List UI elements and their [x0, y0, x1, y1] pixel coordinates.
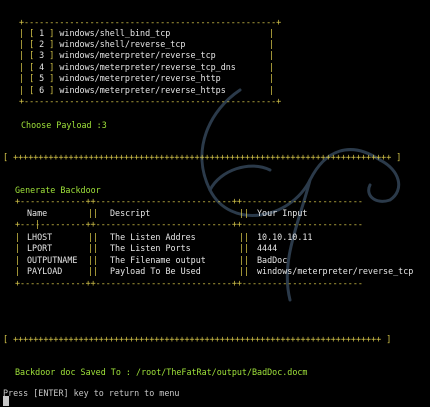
- menu-item-label: windows/meterpreter/reverse_tcp: [59, 50, 216, 60]
- cell-input: 4444: [257, 243, 278, 253]
- section-title: Generate Backdoor: [15, 185, 101, 195]
- terminal-cursor[interactable]: [3, 396, 9, 406]
- prompt-label: Choose Payload :: [21, 120, 102, 130]
- saved-path: /root/TheFatRat/output/BadDoc.docm: [136, 367, 308, 377]
- separator-line: [ ++++++++++++++++++++++++++++++++++++++…: [3, 334, 392, 344]
- cell-descript: The Listen Ports: [110, 243, 191, 253]
- menu-item-label: windows/shell_bind_tcp: [59, 28, 171, 38]
- separator-line: [ ++++++++++++++++++++++++++++++++++++++…: [3, 152, 402, 162]
- cell-name: LPORT: [27, 243, 53, 253]
- table-top-border: +-------------++------------------------…: [15, 196, 363, 206]
- menu-item[interactable]: | [ 4 ] windows/meterpreter/reverse_tcp_…: [19, 62, 236, 73]
- saved-label: Backdoor doc Saved To :: [15, 367, 131, 377]
- cell-descript: Payload To Be Used: [110, 266, 201, 276]
- header-input: Your Input: [257, 208, 308, 218]
- menu-item[interactable]: | [ 6 ] windows/meterpreter/reverse_http…: [19, 85, 226, 96]
- terminal-window[interactable]: +---------------------------------------…: [0, 0, 430, 407]
- menu-item[interactable]: | [ 5 ] windows/meterpreter/reverse_http: [19, 73, 221, 84]
- menu-item[interactable]: | [ 3 ] windows/meterpreter/reverse_tcp: [19, 50, 216, 61]
- menu-item-label: windows/meterpreter/reverse_tcp_dns: [59, 62, 236, 72]
- cell-name: PAYLOAD: [27, 266, 63, 276]
- header-descript: Descript: [110, 208, 151, 218]
- menu-item-label: windows/meterpreter/reverse_https: [59, 85, 226, 95]
- choose-payload-prompt: Choose Payload :3: [21, 120, 107, 131]
- prompt-value: 3: [101, 120, 107, 130]
- cell-input: BadDoc: [257, 255, 288, 265]
- cell-name: OUTPUTNAME: [27, 255, 78, 265]
- menu-item-label: windows/shell/reverse_tcp: [59, 39, 186, 49]
- menu-bottom-border: +---------------------------------------…: [19, 96, 282, 106]
- menu-item[interactable]: | [ 1 ] windows/shell_bind_tcp: [19, 28, 170, 39]
- saved-path-message: Backdoor doc Saved To : /root/TheFatRat/…: [15, 367, 307, 378]
- cell-name: LHOST: [27, 232, 53, 242]
- cell-descript: The Filename output: [110, 255, 206, 265]
- cell-input: windows/meterpreter/reverse_tcp: [257, 266, 414, 276]
- table-bottom-border: +-------------++------------------------…: [15, 278, 363, 288]
- menu-item[interactable]: | [ 2 ] windows/shell/reverse_tcp: [19, 39, 185, 50]
- header-name: Name: [27, 208, 48, 218]
- cell-input: 10.10.10.11: [257, 232, 313, 242]
- return-prompt: Press [ENTER] key to return to menu: [3, 388, 180, 398]
- menu-item-label: windows/meterpreter/reverse_http: [59, 73, 221, 83]
- cell-descript: The Listen Addres: [110, 232, 196, 242]
- menu-top-border: +---------------------------------------…: [19, 17, 282, 27]
- table-header-border: +-------------++------------------------…: [15, 219, 363, 229]
